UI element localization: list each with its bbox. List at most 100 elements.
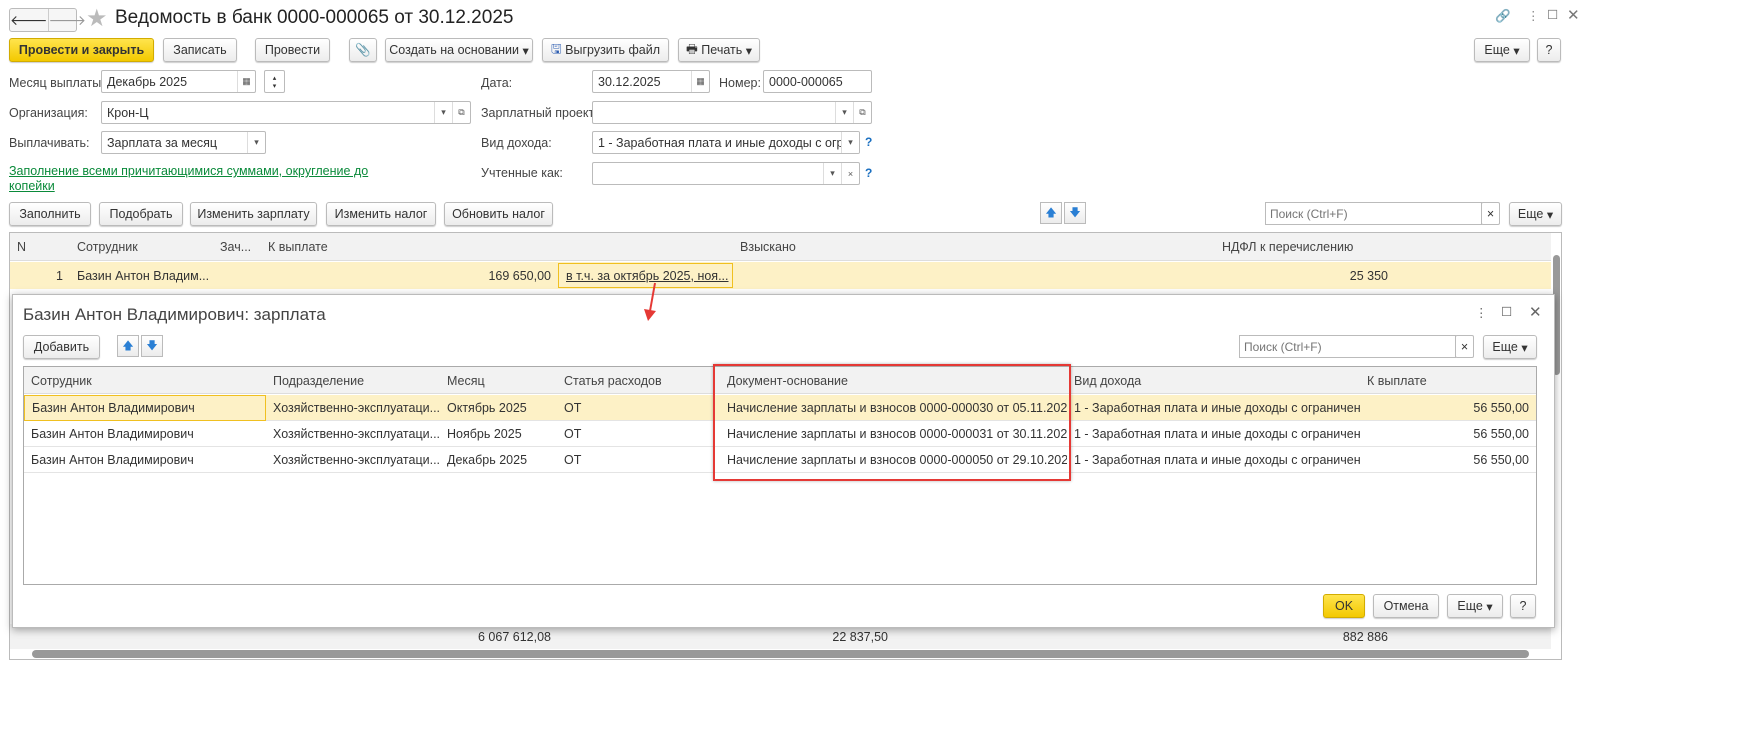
pcol-amount[interactable]: К выплате <box>1360 367 1434 394</box>
month-stepper[interactable]: ▴ ▾ <box>264 70 285 93</box>
change-salary-button[interactable]: Изменить зарплату <box>190 202 317 226</box>
dropdown-icon[interactable]: ▾ <box>823 163 841 184</box>
main-table-header: N Сотрудник Зач... К выплате Взыскано НД… <box>10 233 1551 261</box>
col-n[interactable]: N <box>10 233 33 261</box>
pick-button[interactable]: Подобрать <box>99 202 183 226</box>
create-based-button[interactable]: Создать на основании ▾ <box>385 38 533 62</box>
dropdown-icon[interactable]: ▾ <box>835 102 853 123</box>
col-employee[interactable]: Сотрудник <box>70 233 145 261</box>
clear-icon[interactable]: × <box>841 163 859 184</box>
change-tax-button[interactable]: Изменить налог <box>326 202 436 226</box>
calendar-icon[interactable]: ▦ <box>237 71 255 92</box>
post-and-close-button[interactable]: Провести и закрыть <box>9 38 154 62</box>
date-value: 30.12.2025 <box>598 74 661 89</box>
fill-mode-link[interactable]: Заполнение всеми причитающимися суммами,… <box>9 164 368 194</box>
cell-amount: 56 550,00 <box>1473 427 1529 441</box>
create-based-label: Создать на основании <box>389 43 519 57</box>
printer-icon: 🖶 <box>686 41 698 56</box>
attachment-icon[interactable]: 📎 <box>349 38 377 62</box>
income-help-icon[interactable]: ? <box>865 135 872 149</box>
pay-field[interactable]: Зарплата за месяц ▾ <box>101 131 266 154</box>
pay-value: Зарплата за месяц <box>107 135 218 150</box>
col-credit[interactable]: Зач... <box>213 233 258 261</box>
post-button[interactable]: Провести <box>255 38 330 62</box>
table-row[interactable]: 1 Базин Антон Владим... 169 650,00 в т.ч… <box>10 262 1551 289</box>
open-icon[interactable]: ⧉ <box>452 102 470 123</box>
help-button[interactable]: ? <box>1537 38 1561 62</box>
date-label: Дата: <box>481 76 513 90</box>
popup-title: Базин Антон Владимирович: зарплата <box>23 305 326 324</box>
update-tax-button[interactable]: Обновить налог <box>444 202 553 226</box>
cell-month: Декабрь 2025 <box>447 453 528 467</box>
popup-footer-more-label: Еще <box>1457 599 1483 613</box>
horizontal-scrollbar[interactable] <box>32 650 1529 658</box>
pcol-expense[interactable]: Статья расходов <box>557 367 669 394</box>
search-clear-button[interactable]: × <box>1481 202 1500 225</box>
cell-amount: 56 550,00 <box>1473 401 1529 415</box>
accounted-help-icon[interactable]: ? <box>865 166 872 180</box>
date-field[interactable]: 30.12.2025 ▦ <box>592 70 710 93</box>
back-icon[interactable]: 🡐 <box>10 9 49 31</box>
popup-search-input[interactable] <box>1239 335 1456 358</box>
popup-move-down-icon[interactable]: 🡇 <box>141 335 163 357</box>
col-collected[interactable]: Взыскано <box>733 233 803 261</box>
cell-amount: 56 550,00 <box>1473 453 1529 467</box>
popup-move-up-icon[interactable]: 🡅 <box>117 335 139 357</box>
save-button[interactable]: Записать <box>163 38 237 62</box>
popup-more-button[interactable]: Еще ▾ <box>1483 335 1537 359</box>
popup-close-icon[interactable]: ✕ <box>1529 303 1542 321</box>
dropdown-icon[interactable]: ▾ <box>841 132 859 153</box>
link-icon[interactable]: 🔗 <box>1495 9 1511 24</box>
print-button[interactable]: 🖶 Печать ▾ <box>678 38 760 62</box>
more-label: Еще <box>1484 43 1510 57</box>
fill-link-line1[interactable]: Заполнение всеми причитающимися суммами,… <box>9 164 368 178</box>
month-label: Месяц выплаты: <box>9 76 105 90</box>
dropdown-icon[interactable]: ▾ <box>434 102 452 123</box>
popup-help-button[interactable]: ? <box>1510 594 1536 618</box>
table-more-label: Еще <box>1517 207 1544 221</box>
export-file-button[interactable]: 🖫 Выгрузить файл <box>542 38 669 62</box>
org-field[interactable]: Крон-Ц ▾ ⧉ <box>101 101 471 124</box>
menu-icon[interactable]: ⋮ <box>1527 8 1540 23</box>
pcol-department[interactable]: Подразделение <box>266 367 371 394</box>
forward-icon[interactable]: 🡒 <box>49 9 87 31</box>
popup-footer-more-button[interactable]: Еще ▾ <box>1447 594 1503 618</box>
pay-label: Выплачивать: <box>9 136 90 150</box>
calendar-icon[interactable]: ▦ <box>691 71 709 92</box>
table-more-button[interactable]: Еще ▾ <box>1509 202 1562 226</box>
fill-link-line2[interactable]: копейки <box>9 179 55 193</box>
cell-expense: ОТ <box>564 427 582 441</box>
income-field[interactable]: 1 - Заработная плата и иные доходы с огр… <box>592 131 860 154</box>
move-down-icon[interactable]: 🡇 <box>1064 202 1086 224</box>
open-icon[interactable]: ⧉ <box>853 102 871 123</box>
pcol-month[interactable]: Месяц <box>440 367 492 394</box>
fill-button[interactable]: Заполнить <box>9 202 91 226</box>
number-field[interactable]: 0000-000065 <box>763 70 872 93</box>
month-field[interactable]: Декабрь 2025 ▦ <box>101 70 256 93</box>
popup-menu-icon[interactable]: ⋮ <box>1475 305 1488 320</box>
accounted-field[interactable]: ▾ × <box>592 162 860 185</box>
cancel-button[interactable]: Отмена <box>1373 594 1439 618</box>
favorite-star-icon[interactable]: ★ <box>86 4 108 33</box>
more-button[interactable]: Еще ▾ <box>1474 38 1530 62</box>
org-value: Крон-Ц <box>107 105 149 120</box>
add-button[interactable]: Добавить <box>23 335 100 359</box>
popup-search-clear-button[interactable]: × <box>1455 335 1474 358</box>
project-field[interactable]: ▾ ⧉ <box>592 101 872 124</box>
org-label: Организация: <box>9 106 88 120</box>
page-title: Ведомость в банк 0000-000065 от 30.12.20… <box>115 7 514 28</box>
col-amount[interactable]: К выплате <box>261 233 335 261</box>
search-input[interactable] <box>1265 202 1482 225</box>
cell-expense: ОТ <box>564 401 582 415</box>
ok-button[interactable]: OK <box>1323 594 1365 618</box>
pcol-employee[interactable]: Сотрудник <box>24 367 99 394</box>
move-up-icon[interactable]: 🡅 <box>1040 202 1062 224</box>
pcol-income-type[interactable]: Вид дохода <box>1067 367 1148 394</box>
close-icon[interactable]: ✕ <box>1567 6 1580 24</box>
income-value: 1 - Заработная плата и иные доходы с огр… <box>598 135 858 150</box>
col-ndfl[interactable]: НДФЛ к перечислению <box>1215 233 1360 261</box>
maximize-icon[interactable]: ☐ <box>1547 7 1558 22</box>
dropdown-icon[interactable]: ▾ <box>247 132 265 153</box>
popup-maximize-icon[interactable]: ☐ <box>1501 304 1512 319</box>
cell-income-type: 1 - Заработная плата и иные доходы с огр… <box>1074 427 1360 441</box>
